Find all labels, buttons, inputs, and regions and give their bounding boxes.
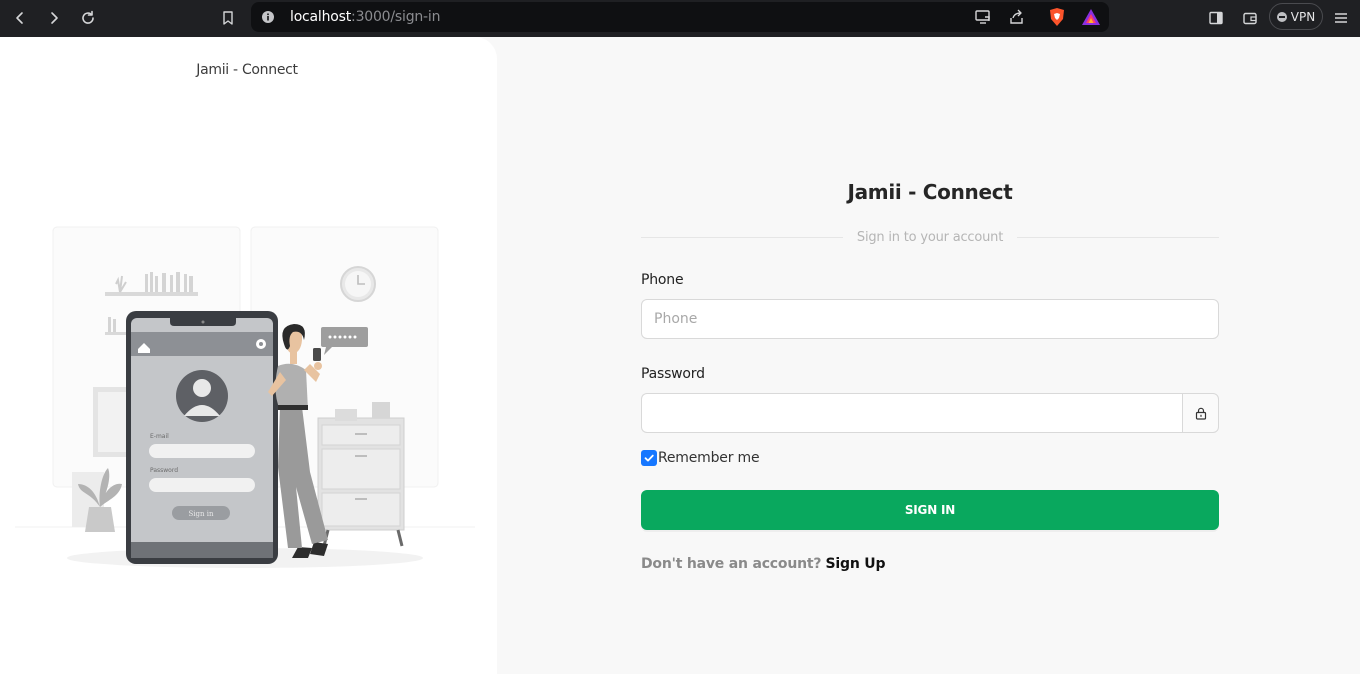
back-arrow-icon bbox=[16, 12, 23, 24]
divider-line bbox=[641, 236, 843, 238]
checkmark-icon bbox=[644, 454, 654, 462]
brand-title: Jamii - Connect bbox=[196, 62, 298, 78]
illustration-password-field bbox=[149, 478, 255, 492]
left-panel: Jamii - Connect E-mail Password Sign in bbox=[0, 37, 497, 674]
vpn-status-icon bbox=[1276, 11, 1287, 22]
url-host: localhost bbox=[290, 9, 352, 25]
vpn-label: VPN bbox=[1290, 9, 1316, 24]
illustration-shelf bbox=[105, 292, 198, 296]
form-subtitle: Sign in to your account bbox=[856, 229, 1004, 245]
checkbox-checked-icon[interactable] bbox=[641, 450, 657, 466]
divider-line bbox=[1017, 236, 1219, 238]
password-field-group bbox=[641, 393, 1219, 433]
forward-arrow-icon bbox=[51, 12, 58, 24]
illustration-signin-label: Sign in bbox=[189, 510, 214, 518]
forward-button[interactable] bbox=[42, 6, 66, 30]
password-input[interactable] bbox=[641, 393, 1182, 433]
password-lock-addon[interactable] bbox=[1182, 393, 1219, 433]
sidebar-toggle-button[interactable] bbox=[1204, 6, 1228, 30]
browser-menu-button[interactable] bbox=[1329, 6, 1353, 30]
brave-shield-icon[interactable] bbox=[1048, 7, 1066, 27]
browser-toolbar: localhost:3000/sign-in VPN bbox=[0, 0, 1360, 37]
password-label: Password bbox=[641, 366, 705, 382]
sign-up-question: Don't have an account? bbox=[641, 556, 822, 572]
cast-icon[interactable] bbox=[974, 8, 992, 26]
sign-in-illustration: E-mail Password Sign in bbox=[15, 226, 475, 568]
hamburger-menu-icon bbox=[1335, 13, 1347, 23]
brave-rewards-icon[interactable] bbox=[1081, 8, 1101, 26]
sign-up-link[interactable]: Sign Up bbox=[826, 556, 886, 572]
lock-icon bbox=[1195, 407, 1206, 420]
address-bar[interactable]: localhost:3000/sign-in bbox=[251, 2, 1109, 32]
site-info-icon[interactable] bbox=[261, 10, 275, 24]
back-button[interactable] bbox=[8, 6, 32, 30]
sign-up-prompt: Don't have an account? Sign Up bbox=[641, 556, 1219, 572]
phone-label: Phone bbox=[641, 272, 684, 288]
wallet-icon bbox=[1243, 12, 1257, 25]
sign-in-form: Jamii - Connect Sign in to your account … bbox=[641, 180, 1219, 572]
plant-pot-icon bbox=[85, 507, 115, 532]
illustration-email-field bbox=[149, 444, 255, 458]
reload-icon bbox=[82, 10, 94, 24]
reload-button[interactable] bbox=[76, 6, 100, 30]
illustration-email-label: E-mail bbox=[150, 433, 169, 440]
illustration-password-label: Password bbox=[150, 467, 178, 474]
remember-me-checkbox[interactable]: Remember me bbox=[641, 450, 1219, 466]
remember-me-label: Remember me bbox=[658, 450, 760, 466]
wallet-button[interactable] bbox=[1238, 6, 1262, 30]
url-text[interactable]: localhost:3000/sign-in bbox=[290, 9, 440, 25]
sidebar-icon bbox=[1209, 11, 1223, 25]
sign-in-button[interactable]: SIGN IN bbox=[641, 490, 1219, 530]
bookmark-icon bbox=[223, 11, 233, 25]
subtitle-divider: Sign in to your account bbox=[641, 227, 1219, 247]
vpn-button[interactable]: VPN bbox=[1269, 3, 1323, 30]
bookmark-button[interactable] bbox=[216, 6, 240, 30]
url-path: :3000/sign-in bbox=[351, 9, 441, 25]
phone-input[interactable] bbox=[641, 299, 1219, 339]
form-title: Jamii - Connect bbox=[847, 180, 1013, 204]
share-icon[interactable] bbox=[1008, 8, 1026, 26]
